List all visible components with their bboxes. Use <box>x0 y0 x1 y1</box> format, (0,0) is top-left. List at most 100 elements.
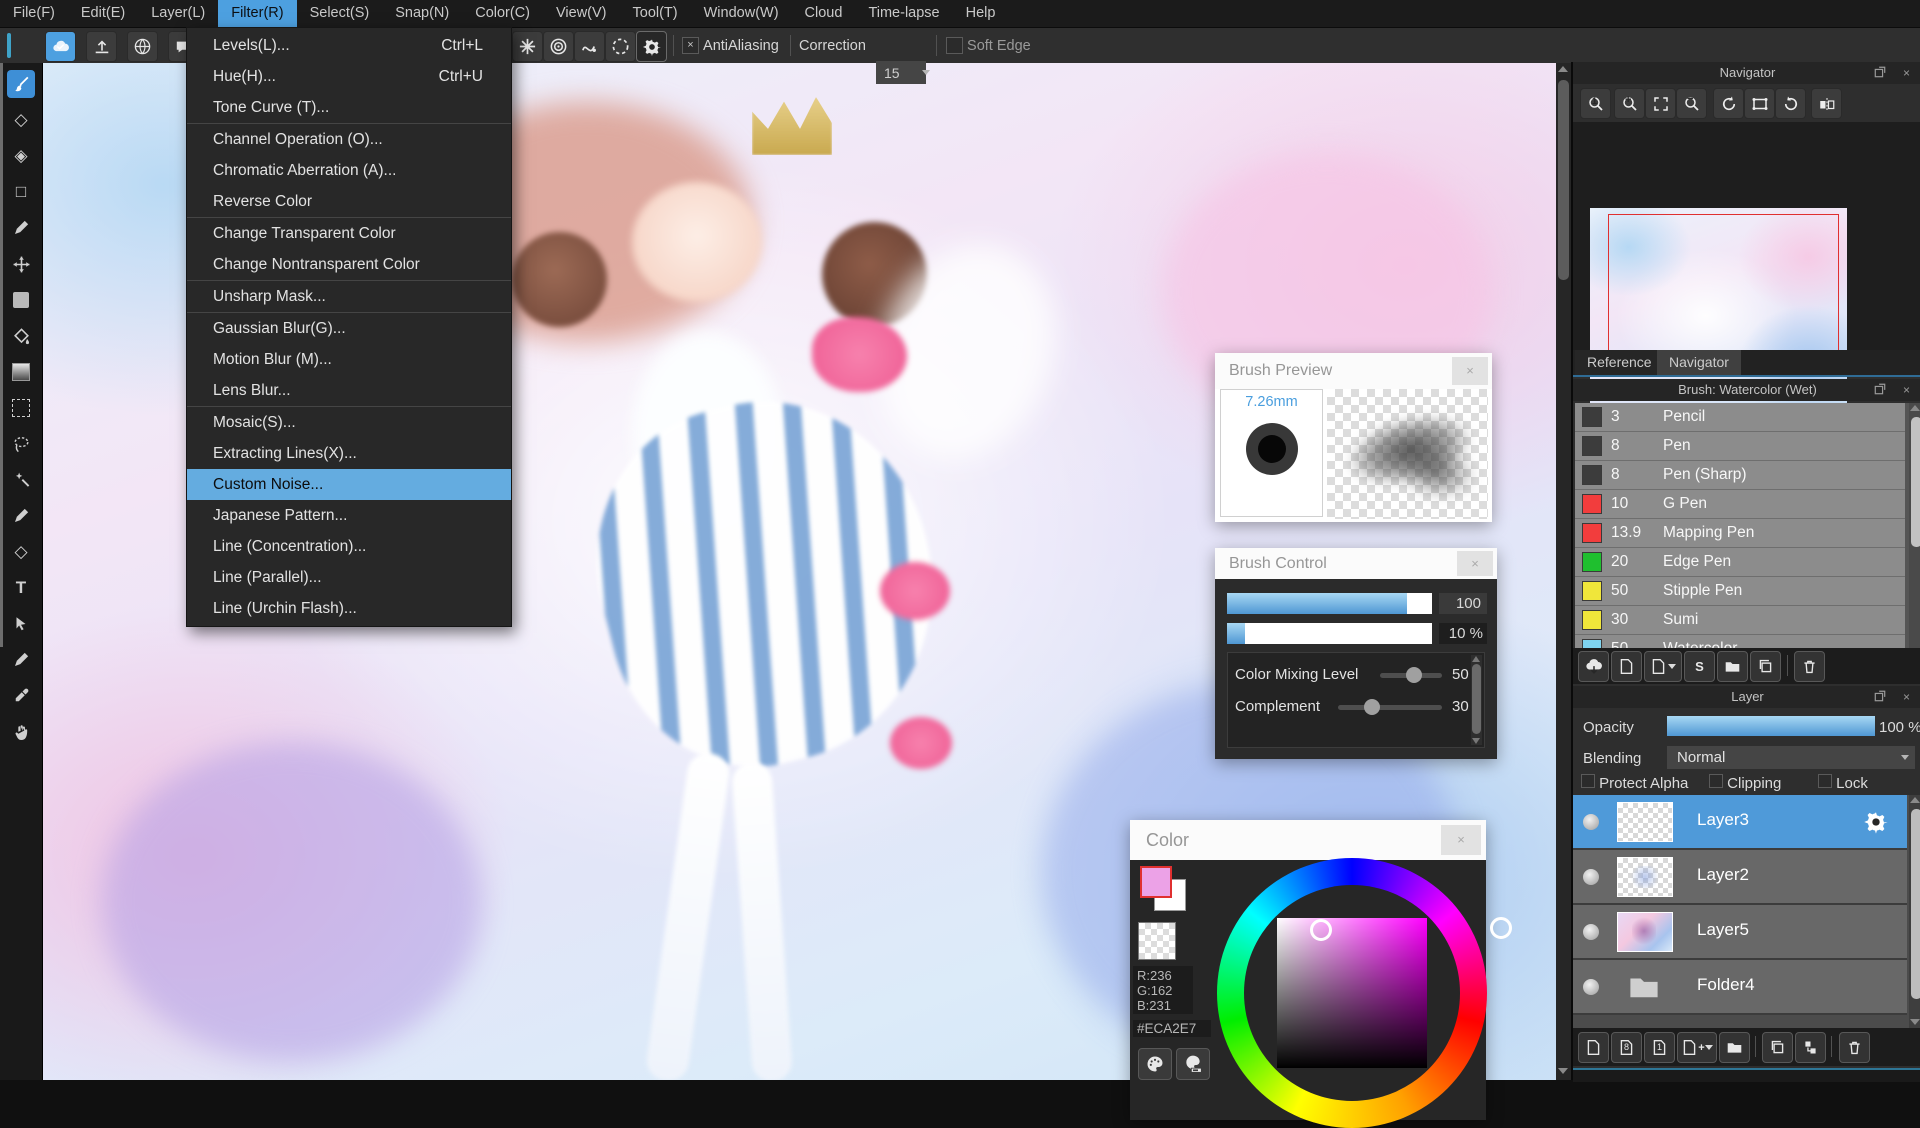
menu-item-extracting-lines[interactable]: Extracting Lines(X)... <box>187 438 511 469</box>
foreground-color-swatch[interactable] <box>1140 866 1172 898</box>
color-mixing-slider[interactable] <box>1380 667 1442 683</box>
online-gallery-button[interactable] <box>127 31 158 62</box>
menu-item-japanese-pattern[interactable]: Japanese Pattern... <box>187 500 511 531</box>
menu-window[interactable]: Window(W) <box>691 0 792 27</box>
select-marquee-tool[interactable] <box>7 394 35 422</box>
duplicate-brush-button[interactable] <box>1750 651 1781 682</box>
scroll-up-arrow[interactable] <box>1558 66 1568 72</box>
clipping-checkbox[interactable] <box>1709 774 1723 788</box>
brush-size-slider[interactable] <box>1227 593 1432 614</box>
hand-tool[interactable] <box>7 718 35 746</box>
sv-selector[interactable] <box>1310 919 1332 941</box>
layer-row-layer5[interactable]: Layer5 <box>1573 905 1907 960</box>
shape-brush-tool[interactable]: ◇ <box>7 106 35 134</box>
delete-brush-button[interactable] <box>1794 651 1825 682</box>
eraser-tool[interactable]: ◈ <box>7 142 35 170</box>
menu-cloud[interactable]: Cloud <box>792 0 856 27</box>
transparent-color-swatch[interactable] <box>1138 922 1176 960</box>
duplicate-layer-button[interactable] <box>1762 1032 1793 1063</box>
select-eraser-tool[interactable]: ◇ <box>7 538 35 566</box>
brush-size-value[interactable]: 100 <box>1439 593 1487 614</box>
brush-opacity-slider[interactable] <box>1227 623 1432 644</box>
navigator-popout-icon[interactable] <box>1874 66 1886 81</box>
fill-rect-tool[interactable] <box>7 286 35 314</box>
menu-color[interactable]: Color(C) <box>462 0 543 27</box>
color-panel-close-button[interactable]: × <box>1441 825 1481 855</box>
tab-navigator[interactable]: Navigator <box>1657 350 1741 375</box>
new-brush-type-button[interactable] <box>1644 651 1682 682</box>
snap-concentric-button[interactable] <box>543 31 574 62</box>
opacity-slider[interactable] <box>1667 716 1875 736</box>
palette-icon-button[interactable] <box>1138 1048 1172 1080</box>
layer-row-layer3[interactable]: Layer3 <box>1573 795 1907 850</box>
menu-help[interactable]: Help <box>953 0 1009 27</box>
brush-scroll-up[interactable] <box>1910 405 1920 411</box>
menu-timelapse[interactable]: Time-lapse <box>855 0 952 27</box>
canvas-vertical-scrollbar[interactable] <box>1556 62 1571 1080</box>
brush-opacity-value[interactable]: 10 % <box>1439 623 1487 644</box>
layer-close-icon[interactable]: × <box>1903 690 1910 704</box>
reset-view-button[interactable] <box>1744 88 1775 119</box>
operation-tool[interactable] <box>7 610 35 638</box>
zoom-out-button[interactable]: − <box>1676 88 1707 119</box>
menu-select[interactable]: Select(S) <box>297 0 383 27</box>
brush-row-mapping-pen[interactable]: 13.9 Mapping Pen <box>1575 519 1905 548</box>
merge-layer-button[interactable] <box>1795 1032 1826 1063</box>
brush-tool[interactable] <box>7 70 35 98</box>
move-tool[interactable] <box>7 250 35 278</box>
blending-dropdown[interactable]: Normal <box>1667 746 1915 769</box>
tab-reference[interactable]: Reference <box>1575 350 1664 375</box>
menu-item-hue[interactable]: Hue(H)... Ctrl+U <box>187 61 511 92</box>
add-layer-menu-button[interactable]: + <box>1677 1032 1717 1063</box>
visibility-toggle[interactable] <box>1583 869 1599 885</box>
new-brush-button[interactable] <box>1611 651 1642 682</box>
brush-scroll-thumb[interactable] <box>1911 417 1920 547</box>
visibility-toggle[interactable] <box>1583 814 1599 830</box>
menu-view[interactable]: View(V) <box>543 0 620 27</box>
navigator-close-icon[interactable]: × <box>1903 66 1910 80</box>
protect-alpha-checkbox[interactable] <box>1581 774 1595 788</box>
cloud-save-button[interactable] <box>45 31 76 62</box>
menu-item-line-parallel[interactable]: Line (Parallel)... <box>187 562 511 593</box>
layer-list-scrollbar[interactable] <box>1909 795 1920 1028</box>
antialiasing-checkbox[interactable]: × <box>682 37 699 54</box>
layer-row-folder4[interactable]: Folder4 <box>1573 960 1907 1015</box>
brush-row-pen[interactable]: 8 Pen <box>1575 432 1905 461</box>
brush-control-titlebar[interactable]: Brush Control <box>1215 548 1497 579</box>
complement-thumb[interactable] <box>1364 699 1380 715</box>
layer-row-layer2[interactable]: Layer2 <box>1573 850 1907 905</box>
hue-selector[interactable] <box>1490 917 1512 939</box>
rotate-ccw-button[interactable] <box>1713 88 1744 119</box>
layer-scroll-down[interactable] <box>1910 1019 1920 1025</box>
brush-list-scrollbar[interactable] <box>1909 403 1920 648</box>
menu-tool[interactable]: Tool(T) <box>620 0 691 27</box>
new-layer-button[interactable] <box>1578 1032 1609 1063</box>
visibility-toggle[interactable] <box>1583 924 1599 940</box>
correction-dropdown-arrow[interactable] <box>922 70 930 75</box>
upload-button[interactable] <box>86 31 117 62</box>
navigator-view-rect[interactable] <box>1608 214 1839 356</box>
bucket-tool[interactable] <box>7 322 35 350</box>
menu-item-levels[interactable]: Levels(L)... Ctrl+L <box>187 30 511 61</box>
color-mixing-thumb[interactable] <box>1406 667 1422 683</box>
lasso-tool[interactable] <box>7 430 35 458</box>
menu-item-unsharp-mask[interactable]: Unsharp Mask... <box>187 281 511 312</box>
flip-horizontal-button[interactable] <box>1811 88 1842 119</box>
text-tool[interactable]: T <box>7 574 35 602</box>
brush-folder-button[interactable] <box>1717 651 1748 682</box>
brush-preview-titlebar[interactable]: Brush Preview <box>1215 353 1492 389</box>
menu-item-reverse-color[interactable]: Reverse Color <box>187 186 511 217</box>
eyedropper-tool[interactable] <box>7 682 35 710</box>
hex-value[interactable]: #ECA2E7 <box>1133 1020 1211 1037</box>
menu-item-gaussian-blur[interactable]: Gaussian Blur(G)... <box>187 313 511 344</box>
brush-row-stipple-pen[interactable]: 50 Stipple Pen <box>1575 577 1905 606</box>
menu-item-change-transparent-color[interactable]: Change Transparent Color <box>187 218 511 249</box>
delete-layer-button[interactable] <box>1839 1032 1870 1063</box>
magic-wand-tool[interactable] <box>7 466 35 494</box>
param-scrollbar[interactable] <box>1471 655 1482 745</box>
dot-brush-tool[interactable] <box>7 214 35 242</box>
color-panel-titlebar[interactable]: Color <box>1130 820 1486 860</box>
layer-scroll-thumb[interactable] <box>1911 809 1920 999</box>
menu-item-line-concentration[interactable]: Line (Concentration)... <box>187 531 511 562</box>
layer-popout-icon[interactable] <box>1874 690 1886 705</box>
